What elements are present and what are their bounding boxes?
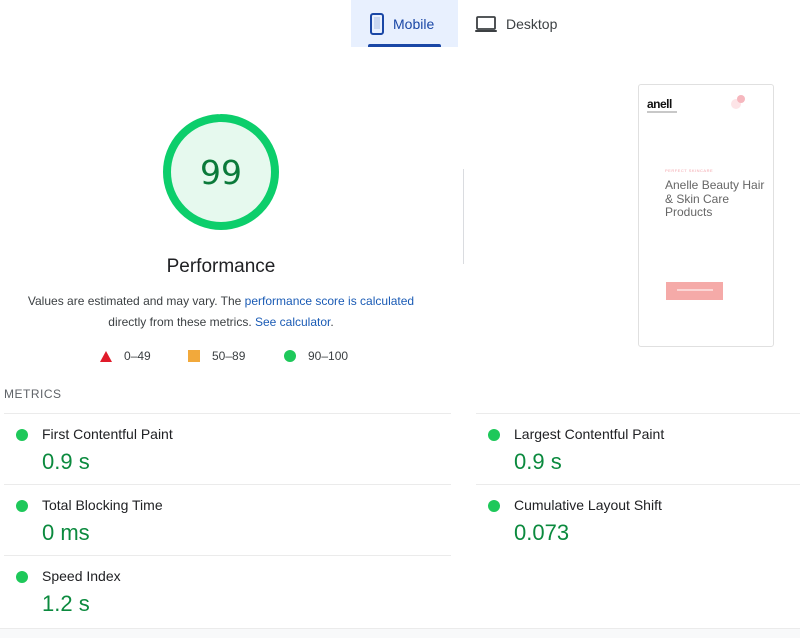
pass-circle-icon bbox=[488, 429, 500, 441]
thumbnail-decoration-dot bbox=[737, 95, 745, 103]
metric-speed-index: Speed Index 1.2 s bbox=[4, 555, 451, 627]
desc-text-after: . bbox=[330, 315, 334, 329]
thumbnail-cta-text bbox=[677, 289, 713, 291]
legend-pass: 90–100 bbox=[284, 349, 348, 363]
tab-desktop-label: Desktop bbox=[506, 15, 558, 32]
legend-fail-label: 0–49 bbox=[124, 349, 151, 363]
legend-average: 50–89 bbox=[188, 349, 245, 363]
metric-name: First Contentful Paint bbox=[42, 426, 173, 442]
metric-cumulative-layout-shift: Cumulative Layout Shift 0.073 bbox=[476, 484, 800, 556]
metric-value: 0.073 bbox=[514, 520, 570, 545]
pass-circle-icon bbox=[16, 429, 28, 441]
tab-mobile[interactable]: Mobile bbox=[351, 0, 458, 47]
metric-name: Largest Contentful Paint bbox=[514, 426, 665, 442]
triangle-icon bbox=[100, 350, 112, 362]
score-legend: 0–49 50–89 90–100 bbox=[0, 349, 443, 365]
thumbnail-title: Anelle Beauty Hair & Skin Care Products bbox=[665, 178, 765, 219]
desc-text-middle: directly from these metrics. bbox=[108, 315, 255, 329]
desc-text-before: Values are estimated and may vary. The bbox=[27, 294, 245, 308]
metric-first-contentful-paint: First Contentful Paint 0.9 s bbox=[4, 413, 451, 485]
performance-score-link[interactable]: performance score is calculated bbox=[245, 294, 414, 308]
metric-name: Cumulative Layout Shift bbox=[514, 497, 662, 513]
bottom-divider bbox=[0, 628, 800, 638]
device-tabs: Mobile Desktop bbox=[351, 0, 573, 47]
circle-icon bbox=[284, 350, 296, 362]
thumbnail-logo: anell bbox=[647, 97, 672, 111]
thumbnail-kicker: PERFECT SKINCARE bbox=[665, 168, 714, 173]
metric-value: 0.9 s bbox=[514, 449, 562, 474]
square-icon bbox=[188, 350, 200, 362]
see-calculator-link[interactable]: See calculator bbox=[255, 315, 330, 329]
performance-score-gauge: 99 bbox=[162, 113, 280, 231]
legend-average-label: 50–89 bbox=[212, 349, 246, 363]
pass-circle-icon bbox=[16, 500, 28, 512]
tab-desktop[interactable]: Desktop bbox=[458, 0, 573, 47]
smartphone-icon bbox=[369, 12, 385, 35]
thumbnail-logo-tagline bbox=[647, 111, 677, 113]
metric-largest-contentful-paint: Largest Contentful Paint 0.9 s bbox=[476, 413, 800, 485]
laptop-icon bbox=[474, 15, 498, 33]
thumbnail-cta-button bbox=[666, 282, 723, 300]
pass-circle-icon bbox=[488, 500, 500, 512]
metric-value: 0 ms bbox=[42, 520, 90, 545]
metric-name: Total Blocking Time bbox=[42, 497, 163, 513]
metric-total-blocking-time: Total Blocking Time 0 ms bbox=[4, 484, 451, 556]
metric-value: 1.2 s bbox=[42, 591, 90, 616]
legend-fail: 0–49 bbox=[100, 349, 151, 363]
pass-circle-icon bbox=[16, 571, 28, 583]
performance-title: Performance bbox=[166, 256, 276, 277]
performance-score-value: 99 bbox=[200, 152, 242, 192]
performance-description: Values are estimated and may vary. The p… bbox=[20, 291, 422, 333]
tab-mobile-label: Mobile bbox=[393, 15, 435, 32]
legend-pass-label: 90–100 bbox=[308, 349, 349, 363]
vertical-divider bbox=[463, 169, 464, 264]
final-screenshot-thumbnail[interactable]: anell PERFECT SKINCARE Anelle Beauty Hai… bbox=[638, 84, 774, 347]
metric-value: 0.9 s bbox=[42, 449, 90, 474]
metrics-heading: METRICS bbox=[4, 387, 62, 401]
metric-name: Speed Index bbox=[42, 568, 121, 584]
